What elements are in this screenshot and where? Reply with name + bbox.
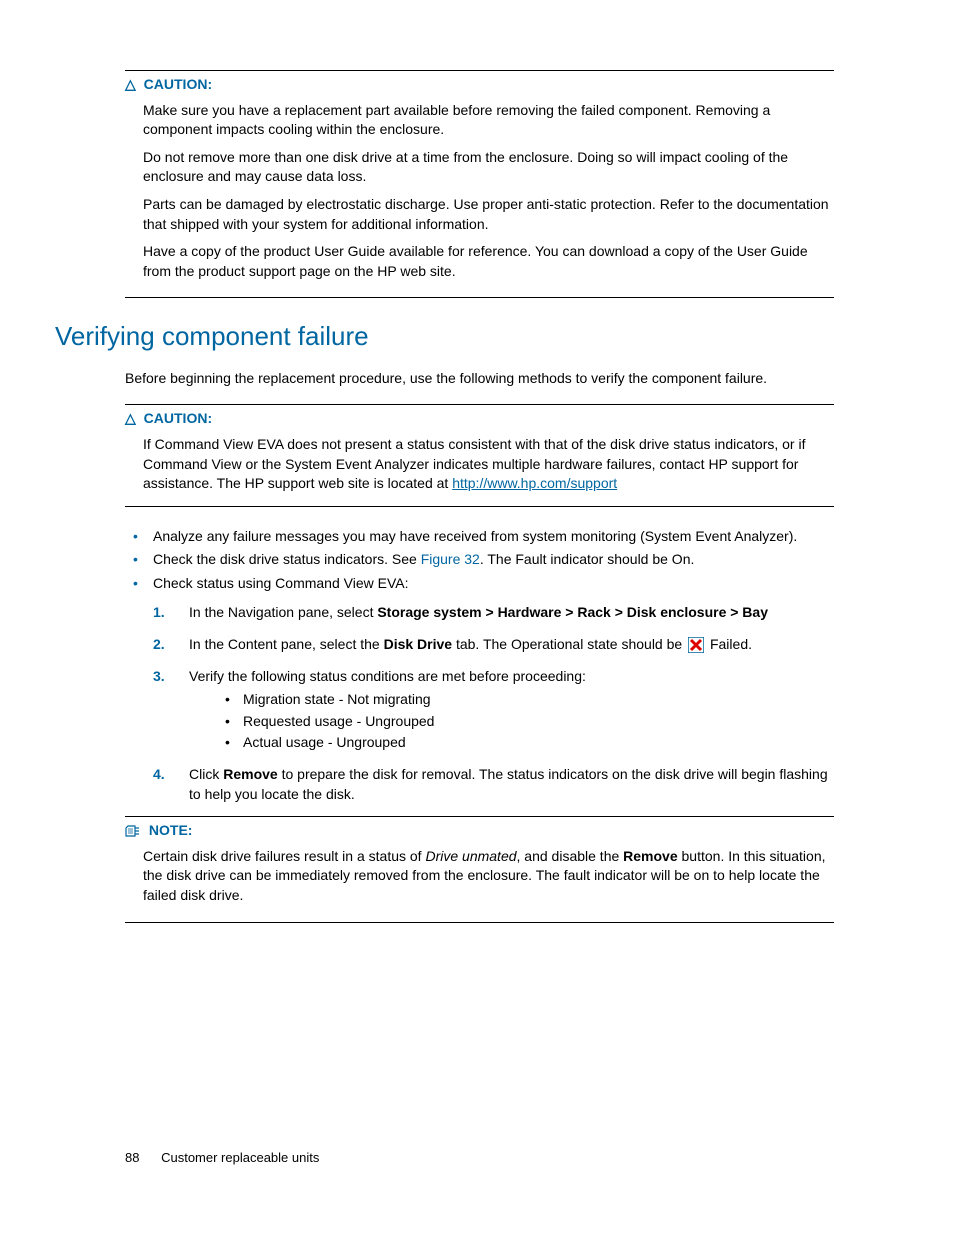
support-link[interactable]: http://www.hp.com/support (452, 475, 617, 491)
caution-triangle-icon: △ (125, 75, 136, 95)
caution-text: Have a copy of the product User Guide av… (143, 242, 834, 281)
status-name: Drive unmated (425, 848, 516, 864)
list-item: Actual usage - Ungrouped (225, 733, 834, 753)
text-fragment: tab. The Operational state should be (452, 636, 686, 652)
caution-text: Parts can be damaged by electrostatic di… (143, 195, 834, 234)
text-fragment: Check status using Command View EVA: (153, 575, 409, 591)
section-intro: Before beginning the replacement procedu… (125, 369, 834, 389)
text-fragment: Check the disk drive status indicators. … (153, 551, 421, 567)
step-number: 2. (153, 635, 165, 655)
text-fragment: , and disable the (517, 848, 624, 864)
caution-text: Make sure you have a replacement part av… (143, 101, 834, 140)
text-fragment: In the Navigation pane, select (189, 604, 377, 620)
note-label: NOTE: (149, 822, 193, 838)
step-number: 1. (153, 603, 165, 623)
section-title: Verifying component failure (55, 318, 834, 354)
note-document-icon (125, 821, 141, 841)
caution-header: △ CAUTION: (125, 75, 834, 95)
caution-block-1: △ CAUTION: Make sure you have a replacem… (125, 70, 834, 298)
nav-path: Storage system > Hardware > Rack > Disk … (377, 604, 768, 620)
list-item: Migration state - Not migrating (225, 690, 834, 710)
text-fragment: Verify the following status conditions a… (189, 668, 586, 684)
note-header: NOTE: (125, 821, 834, 841)
text-fragment: Failed. (706, 636, 752, 652)
note-block: NOTE: Certain disk drive failures result… (125, 816, 834, 922)
sub-bullet-list: Migration state - Not migrating Requeste… (225, 690, 834, 753)
text-fragment: to prepare the disk for removal. The sta… (189, 766, 828, 802)
tab-name: Disk Drive (384, 636, 452, 652)
list-item: 3. Verify the following status condition… (153, 667, 834, 753)
failed-x-icon (688, 637, 704, 653)
list-item: Analyze any failure messages you may hav… (125, 527, 834, 547)
caution-triangle-icon: △ (125, 409, 136, 429)
footer-section-title: Customer replaceable units (161, 1150, 319, 1165)
caution-block-2: △ CAUTION: If Command View EVA does not … (125, 404, 834, 506)
text-fragment: . The Fault indicator should be On. (480, 551, 695, 567)
text-fragment: Click (189, 766, 223, 782)
step-number: 3. (153, 667, 165, 687)
list-item: Requested usage - Ungrouped (225, 712, 834, 732)
list-item: 4. Click Remove to prepare the disk for … (153, 765, 834, 804)
caution-label: CAUTION: (144, 76, 212, 92)
bullet-list: Analyze any failure messages you may hav… (125, 527, 834, 805)
caution-header: △ CAUTION: (125, 409, 834, 429)
page-number: 88 (125, 1150, 139, 1165)
caution-text: Do not remove more than one disk drive a… (143, 148, 834, 187)
list-item: Check status using Command View EVA: 1. … (125, 574, 834, 804)
list-item: 1. In the Navigation pane, select Storag… (153, 603, 834, 623)
text-fragment: Certain disk drive failures result in a … (143, 848, 425, 864)
list-item: 2. In the Content pane, select the Disk … (153, 635, 834, 655)
text-fragment: In the Content pane, select the (189, 636, 384, 652)
note-text: Certain disk drive failures result in a … (143, 847, 834, 906)
document-page: △ CAUTION: Make sure you have a replacem… (0, 0, 954, 1235)
page-footer: 88 Customer replaceable units (125, 1149, 319, 1167)
list-item: Check the disk drive status indicators. … (125, 550, 834, 570)
button-name: Remove (623, 848, 677, 864)
step-number: 4. (153, 765, 165, 785)
figure-reference[interactable]: Figure 32 (421, 551, 480, 567)
caution-text: If Command View EVA does not present a s… (143, 435, 834, 494)
step-list: 1. In the Navigation pane, select Storag… (153, 603, 834, 804)
button-name: Remove (223, 766, 277, 782)
caution-label: CAUTION: (144, 410, 212, 426)
